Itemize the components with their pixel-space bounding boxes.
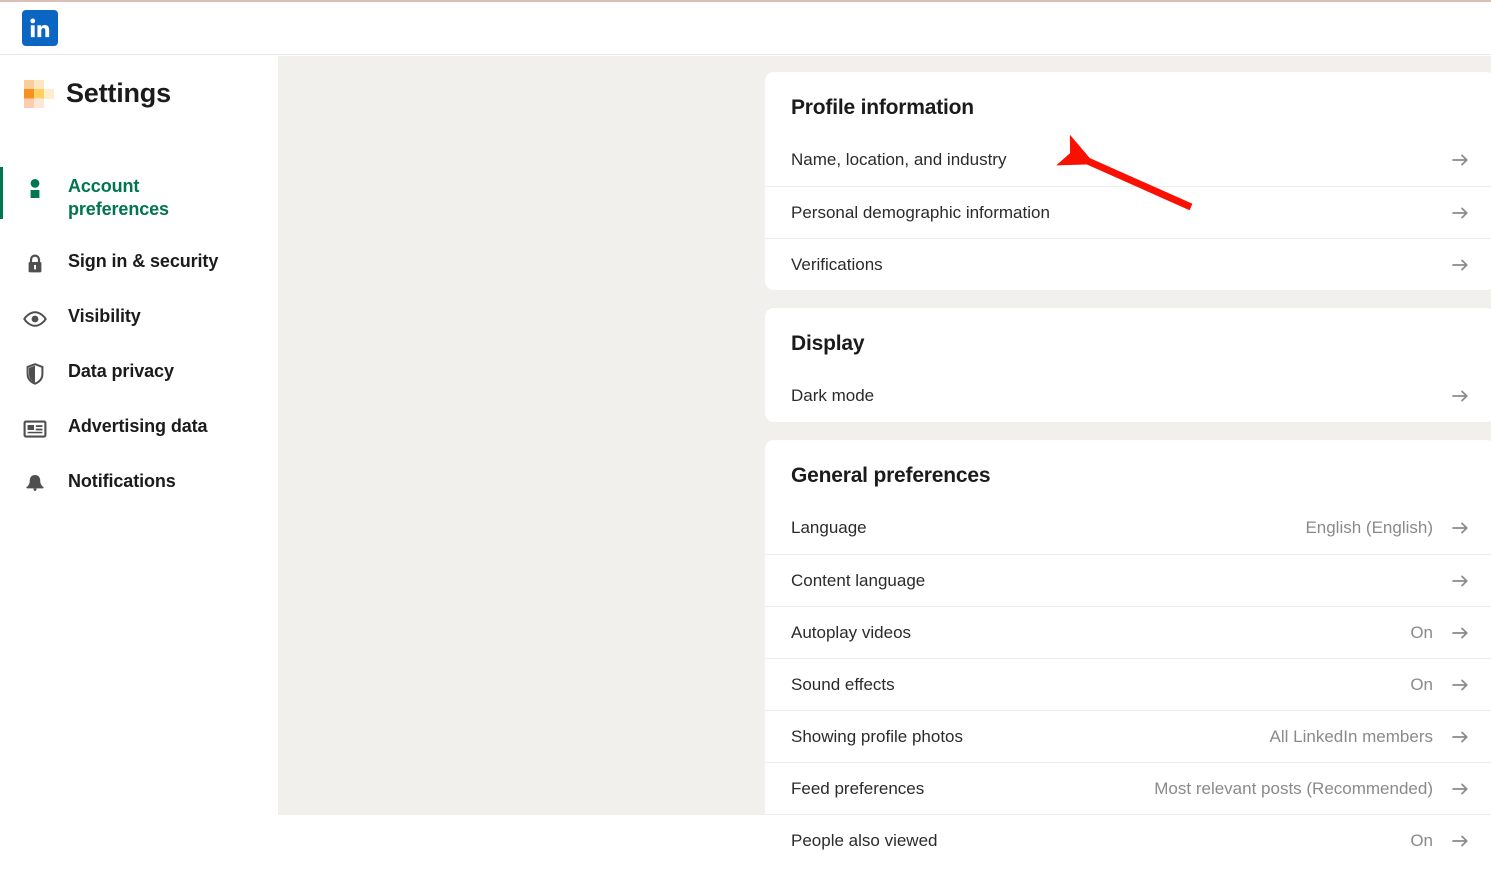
row-label: People also viewed [791, 831, 1410, 851]
settings-content: Profile information Name, location, and … [278, 56, 1491, 815]
section-title: General preferences [765, 440, 1491, 502]
row-label: Autoplay videos [791, 623, 1410, 643]
row-label: Dark mode [791, 386, 1433, 406]
card-general-preferences: General preferences Language English (En… [765, 440, 1491, 866]
shield-icon [22, 361, 48, 387]
sidebar-nav: Account preferences Sign in & security V… [0, 161, 278, 511]
chevron-right-icon [1451, 151, 1469, 169]
settings-sidebar: Settings Account preferences Sign in & s… [0, 56, 278, 815]
row-value: On [1410, 675, 1433, 695]
sidebar-item-label: Data privacy [68, 360, 174, 383]
sidebar-item-label: Account preferences [68, 175, 198, 222]
sidebar-item-label: Notifications [68, 470, 176, 493]
sidebar-item-data-privacy[interactable]: Data privacy [0, 346, 278, 401]
section-title: Display [765, 308, 1491, 370]
chevron-right-icon [1451, 256, 1469, 274]
row-verifications[interactable]: Verifications [765, 238, 1491, 290]
row-sound-effects[interactable]: Sound effects On [765, 658, 1491, 710]
ad-card-icon [22, 416, 48, 442]
card-profile-information: Profile information Name, location, and … [765, 72, 1491, 290]
chevron-right-icon [1451, 387, 1469, 405]
eye-icon [22, 306, 48, 332]
settings-header: Settings [22, 78, 171, 108]
chevron-right-icon [1451, 676, 1469, 694]
row-name-location-industry[interactable]: Name, location, and industry [765, 134, 1491, 186]
chevron-right-icon [1451, 572, 1469, 590]
chevron-right-icon [1451, 832, 1469, 850]
row-value: All LinkedIn members [1270, 727, 1433, 747]
settings-grid-icon [22, 78, 52, 108]
linkedin-logo-icon[interactable] [22, 10, 58, 46]
row-label: Content language [791, 571, 1433, 591]
page-title: Settings [66, 80, 171, 107]
row-label: Showing profile photos [791, 727, 1270, 747]
row-label: Language [791, 518, 1305, 538]
row-showing-profile-photos[interactable]: Showing profile photos All LinkedIn memb… [765, 710, 1491, 762]
sidebar-item-visibility[interactable]: Visibility [0, 291, 278, 346]
chevron-right-icon [1451, 780, 1469, 798]
bell-icon [22, 471, 48, 497]
section-title: Profile information [765, 72, 1491, 134]
row-label: Verifications [791, 255, 1433, 275]
row-language[interactable]: Language English (English) [765, 502, 1491, 554]
row-value: Most relevant posts (Recommended) [1154, 779, 1433, 799]
global-header [0, 2, 1491, 55]
sidebar-item-advertising-data[interactable]: Advertising data [0, 401, 278, 456]
card-display: Display Dark mode [765, 308, 1491, 422]
sidebar-item-label: Sign in & security [68, 250, 218, 273]
settings-cards: Profile information Name, location, and … [765, 72, 1491, 884]
row-autoplay-videos[interactable]: Autoplay videos On [765, 606, 1491, 658]
row-people-also-viewed[interactable]: People also viewed On [765, 814, 1491, 866]
row-label: Name, location, and industry [791, 150, 1433, 170]
sidebar-item-account-preferences[interactable]: Account preferences [0, 161, 278, 236]
row-dark-mode[interactable]: Dark mode [765, 370, 1491, 422]
row-label: Sound effects [791, 675, 1410, 695]
row-personal-demographic-information[interactable]: Personal demographic information [765, 186, 1491, 238]
person-icon [22, 176, 48, 202]
row-feed-preferences[interactable]: Feed preferences Most relevant posts (Re… [765, 762, 1491, 814]
row-label: Personal demographic information [791, 203, 1433, 223]
sidebar-item-notifications[interactable]: Notifications [0, 456, 278, 511]
chevron-right-icon [1451, 519, 1469, 537]
chevron-right-icon [1451, 624, 1469, 642]
chevron-right-icon [1451, 728, 1469, 746]
sidebar-item-label: Advertising data [68, 415, 207, 438]
sidebar-item-label: Visibility [68, 305, 141, 328]
row-label: Feed preferences [791, 779, 1154, 799]
sidebar-item-sign-in-security[interactable]: Sign in & security [0, 236, 278, 291]
chevron-right-icon [1451, 204, 1469, 222]
row-value: On [1410, 831, 1433, 851]
lock-icon [22, 251, 48, 277]
row-content-language[interactable]: Content language [765, 554, 1491, 606]
row-value: English (English) [1305, 518, 1433, 538]
row-value: On [1410, 623, 1433, 643]
